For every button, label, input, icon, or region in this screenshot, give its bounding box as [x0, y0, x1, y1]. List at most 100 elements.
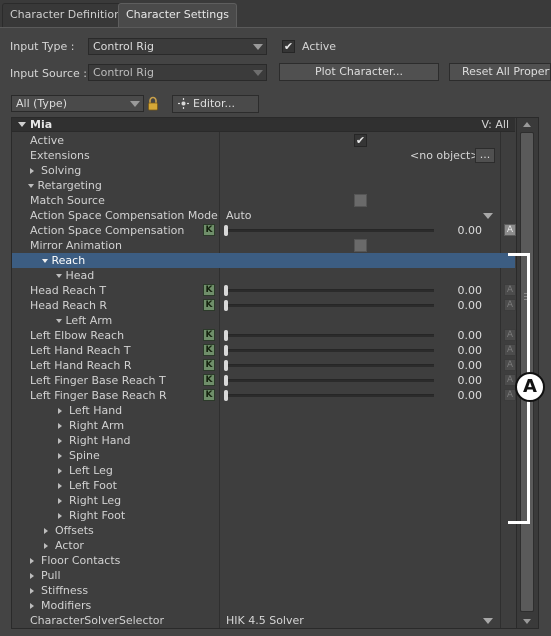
prop-value[interactable]: 0.00 — [442, 223, 483, 238]
input-type-dropdown[interactable]: Control Rig — [88, 38, 267, 55]
slider-track[interactable] — [226, 394, 434, 397]
tree-item-left-arm[interactable]: Left Arm — [12, 313, 515, 328]
prop-value[interactable]: 0.00 — [442, 388, 483, 403]
chevron-down-icon[interactable] — [483, 618, 493, 624]
prop-value[interactable]: 0.00 — [442, 358, 483, 373]
prop-value[interactable]: 0.00 — [442, 328, 483, 343]
expand-icon[interactable] — [58, 423, 62, 429]
expand-icon[interactable] — [30, 168, 34, 174]
prop-value[interactable]: 0.00 — [442, 373, 483, 388]
tree-item-left-leg[interactable]: Left Leg — [12, 463, 515, 478]
key-button[interactable]: K — [203, 344, 215, 356]
panel-header[interactable]: Mia V: All — [12, 118, 515, 132]
slider-handle[interactable] — [224, 225, 228, 236]
tree-item-modifiers[interactable]: Modifiers — [12, 598, 515, 613]
tree-item-solving[interactable]: Solving — [12, 163, 515, 178]
tree-item-offsets[interactable]: Offsets — [12, 523, 515, 538]
extensions-value: <no object> — [410, 149, 480, 162]
match-source-checkbox[interactable] — [354, 194, 367, 207]
expand-icon[interactable] — [44, 528, 48, 534]
tab-character-definition[interactable]: Character Definition — [2, 3, 130, 27]
slider-track[interactable] — [226, 349, 434, 352]
slider-track[interactable] — [226, 229, 434, 232]
key-button[interactable]: K — [203, 374, 215, 386]
reset-all-properties-button[interactable]: Reset All Properties — [449, 63, 551, 81]
key-button[interactable]: K — [203, 389, 215, 401]
editor-button[interactable]: Editor... — [172, 95, 259, 113]
tree-item-right-arm[interactable]: Right Arm — [12, 418, 515, 433]
input-source-dropdown[interactable]: Control Rig — [88, 64, 267, 81]
expand-icon[interactable] — [58, 513, 62, 519]
tree-item-pull[interactable]: Pull — [12, 568, 515, 583]
tree-item-retargeting[interactable]: Retargeting — [12, 178, 515, 193]
key-button[interactable]: K — [203, 329, 215, 341]
tree-item-left-hand[interactable]: Left Hand — [12, 403, 515, 418]
tree-item-head[interactable]: Head — [12, 268, 515, 283]
type-filter-dropdown[interactable]: All (Type) — [11, 95, 144, 112]
slider-handle[interactable] — [224, 285, 228, 296]
slider-handle[interactable] — [224, 390, 228, 401]
view-filter-label[interactable]: V: All — [482, 118, 509, 132]
expand-icon[interactable] — [58, 453, 62, 459]
callout-badge: A — [515, 372, 545, 402]
expand-icon[interactable] — [58, 498, 62, 504]
prop-value[interactable]: 0.00 — [442, 298, 483, 313]
collapse-icon[interactable] — [56, 274, 62, 278]
expand-icon[interactable] — [30, 588, 34, 594]
prop-label: Head Reach R — [30, 299, 108, 312]
input-type-label: Input Type : — [10, 40, 75, 53]
key-button[interactable]: K — [203, 359, 215, 371]
expand-icon[interactable] — [44, 543, 48, 549]
slider-track[interactable] — [226, 304, 434, 307]
scroll-down-icon[interactable] — [523, 619, 531, 624]
slider-handle[interactable] — [224, 375, 228, 386]
slider-track[interactable] — [226, 379, 434, 382]
slider-track[interactable] — [226, 364, 434, 367]
animate-button[interactable]: A — [504, 224, 516, 236]
lock-icon[interactable] — [146, 96, 160, 111]
tree-item-stiffness[interactable]: Stiffness — [12, 583, 515, 598]
slider-handle[interactable] — [224, 300, 228, 311]
collapse-icon[interactable] — [56, 319, 62, 323]
active-property-checkbox[interactable]: ✔ — [354, 134, 367, 147]
character-name: Mia — [30, 118, 53, 131]
slider-handle[interactable] — [224, 360, 228, 371]
tree-item-spine[interactable]: Spine — [12, 448, 515, 463]
expand-icon[interactable] — [58, 408, 62, 414]
tree-item-right-hand[interactable]: Right Hand — [12, 433, 515, 448]
expand-icon[interactable] — [30, 558, 34, 564]
key-button[interactable]: K — [203, 284, 215, 296]
collapse-icon[interactable] — [28, 184, 34, 188]
slider-track[interactable] — [226, 334, 434, 337]
prop-label: Left Finger Base Reach T — [30, 374, 166, 387]
slider-handle[interactable] — [224, 345, 228, 356]
tree-item-reach[interactable]: Reach — [12, 253, 515, 268]
key-button[interactable]: K — [203, 299, 215, 311]
solver-value[interactable]: HIK 4.5 Solver — [226, 613, 304, 628]
slider-track[interactable] — [226, 289, 434, 292]
prop-value[interactable]: 0.00 — [442, 283, 483, 298]
tree-item-floor-contacts[interactable]: Floor Contacts — [12, 553, 515, 568]
expand-icon[interactable] — [30, 573, 34, 579]
expand-icon[interactable] — [58, 438, 62, 444]
tree-label: Right Leg — [69, 494, 122, 507]
extensions-browse-button[interactable]: ... — [475, 148, 495, 163]
slider-handle[interactable] — [224, 330, 228, 341]
plot-character-button[interactable]: Plot Character... — [279, 63, 439, 81]
chevron-down-icon[interactable] — [483, 213, 493, 219]
collapse-icon[interactable] — [42, 259, 48, 263]
expand-icon[interactable] — [30, 603, 34, 609]
tree-item-right-leg[interactable]: Right Leg — [12, 493, 515, 508]
tree-item-left-foot[interactable]: Left Foot — [12, 478, 515, 493]
asc-mode-value[interactable]: Auto — [226, 208, 252, 223]
prop-value[interactable]: 0.00 — [442, 343, 483, 358]
tab-character-settings[interactable]: Character Settings — [118, 3, 237, 27]
active-checkbox[interactable]: ✔ — [282, 40, 295, 53]
mirror-animation-checkbox[interactable] — [354, 239, 367, 252]
expand-icon[interactable] — [58, 483, 62, 489]
tree-item-right-foot[interactable]: Right Foot — [12, 508, 515, 523]
scroll-up-icon[interactable] — [523, 122, 531, 127]
tree-item-actor[interactable]: Actor — [12, 538, 515, 553]
key-button[interactable]: K — [203, 224, 215, 236]
expand-icon[interactable] — [58, 468, 62, 474]
